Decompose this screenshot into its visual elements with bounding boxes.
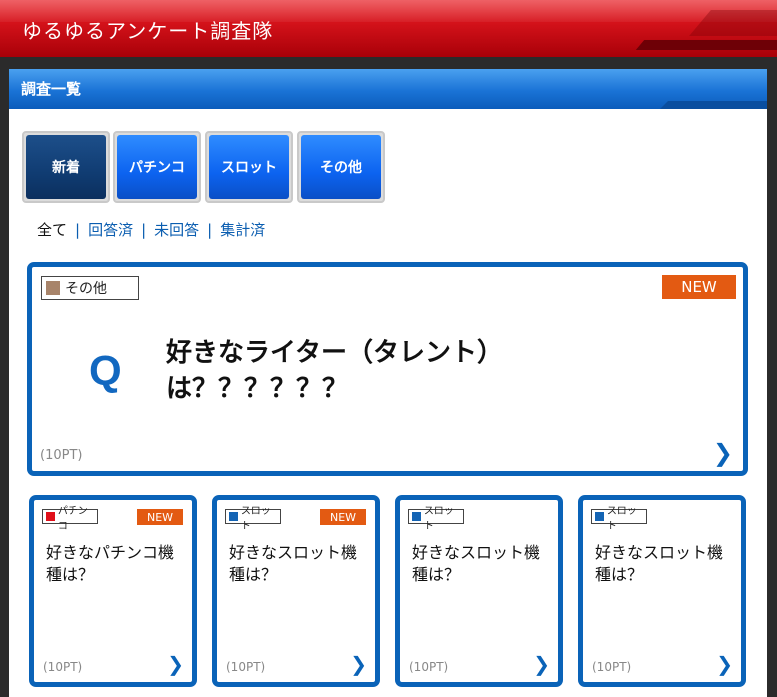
survey-question: 好きなスロット機 種は？ [595, 542, 740, 586]
question-mark-icon: Q [89, 347, 122, 394]
survey-question-line: 種は？ [595, 565, 644, 584]
app-header: ゆるゆるアンケート調査隊 [0, 0, 777, 57]
panel-header-decor [660, 101, 767, 109]
chevron-right-icon[interactable]: ❯ [350, 652, 367, 676]
new-badge: NEW [137, 509, 183, 525]
survey-question: 好きなスロット機 種は？ [229, 542, 374, 586]
category-tag-label: スロット [606, 505, 637, 532]
category-tag: スロット [225, 506, 281, 532]
panel-title: 調査一覧 [21, 80, 82, 98]
category-color-swatch [229, 512, 238, 521]
category-color-swatch [595, 512, 604, 521]
tab-pachinko-label: パチンコ [117, 135, 197, 199]
category-color-swatch [46, 512, 55, 521]
chevron-right-icon[interactable]: ❯ [713, 439, 733, 467]
filter-tallied[interactable]: 集計済 [220, 219, 265, 240]
survey-points: (10PT) [40, 448, 83, 463]
survey-question-line: 種は？ [229, 565, 278, 584]
tab-new-label: 新着 [26, 135, 106, 199]
filter-answered[interactable]: 回答済 [88, 219, 133, 240]
chevron-right-icon[interactable]: ❯ [167, 652, 184, 676]
survey-question-line: 好きなスロット機 [229, 543, 358, 562]
survey-question: 好きなパチンコ機 種は？ [46, 542, 191, 586]
category-tag-label: スロット [240, 505, 271, 532]
survey-question-line: 好きなスロット機 [412, 543, 541, 562]
header-decor-stripe [635, 40, 777, 50]
tab-slot-label: スロット [209, 135, 289, 199]
survey-question: 好きなスロット機 種は？ [412, 542, 557, 586]
survey-card[interactable]: スロット 好きなスロット機 種は？ (10PT) ❯ [395, 495, 563, 687]
category-tag-label: その他 [65, 281, 107, 297]
filter-separator: | [207, 220, 213, 239]
survey-question-line: 好きなスロット機 [595, 543, 724, 562]
tab-slot[interactable]: スロット [205, 131, 293, 203]
tab-pachinko[interactable]: パチンコ [113, 131, 201, 203]
chevron-right-icon[interactable]: ❯ [533, 652, 550, 676]
category-tag: その他 [41, 276, 139, 300]
new-badge: NEW [662, 275, 736, 299]
filter-bar: 全て | 回答済 | 未回答 | 集計済 [37, 219, 265, 240]
survey-question-line: 種は？ [412, 565, 461, 584]
category-tag: スロット [408, 506, 464, 532]
tab-other-label: その他 [301, 135, 381, 199]
survey-list-panel: 調査一覧 新着 パチンコ スロット その他 全て | 回答済 | 未回答 | 集… [9, 69, 767, 697]
category-tag: パチンコ [42, 506, 98, 532]
filter-all[interactable]: 全て [37, 219, 67, 240]
category-color-swatch [46, 281, 60, 295]
category-color-swatch [412, 512, 421, 521]
filter-separator: | [75, 220, 81, 239]
survey-question-line: 好きなライター（タレント） [166, 338, 503, 368]
survey-points: (10PT) [43, 660, 83, 674]
chevron-right-icon[interactable]: ❯ [716, 652, 733, 676]
panel-header: 調査一覧 [9, 69, 767, 109]
new-badge: NEW [320, 509, 366, 525]
survey-points: (10PT) [409, 660, 449, 674]
category-tag-label: パチンコ [57, 505, 88, 532]
survey-points: (10PT) [226, 660, 266, 674]
category-tag-label: スロット [423, 505, 454, 532]
survey-question-line: 好きなパチンコ機 [46, 543, 175, 562]
featured-survey-card[interactable]: その他 NEW Q 好きなライター（タレント） は？？？？？？ (10PT) ❯ [27, 262, 748, 476]
survey-question-line: は？？？？？？ [166, 374, 349, 404]
category-tag: スロット [591, 506, 647, 532]
tab-other[interactable]: その他 [297, 131, 385, 203]
survey-points: (10PT) [592, 660, 632, 674]
survey-card[interactable]: スロット 好きなスロット機 種は？ (10PT) ❯ [578, 495, 746, 687]
app-title: ゆるゆるアンケート調査隊 [22, 19, 274, 43]
filter-unanswered[interactable]: 未回答 [154, 219, 199, 240]
survey-question-line: 種は？ [46, 565, 95, 584]
survey-card[interactable]: スロット NEW 好きなスロット機 種は？ (10PT) ❯ [212, 495, 380, 687]
tab-new[interactable]: 新着 [22, 131, 110, 203]
filter-separator: | [141, 220, 147, 239]
survey-card[interactable]: パチンコ NEW 好きなパチンコ機 種は？ (10PT) ❯ [29, 495, 197, 687]
survey-question: 好きなライター（タレント） は？？？？？？ [166, 335, 526, 407]
